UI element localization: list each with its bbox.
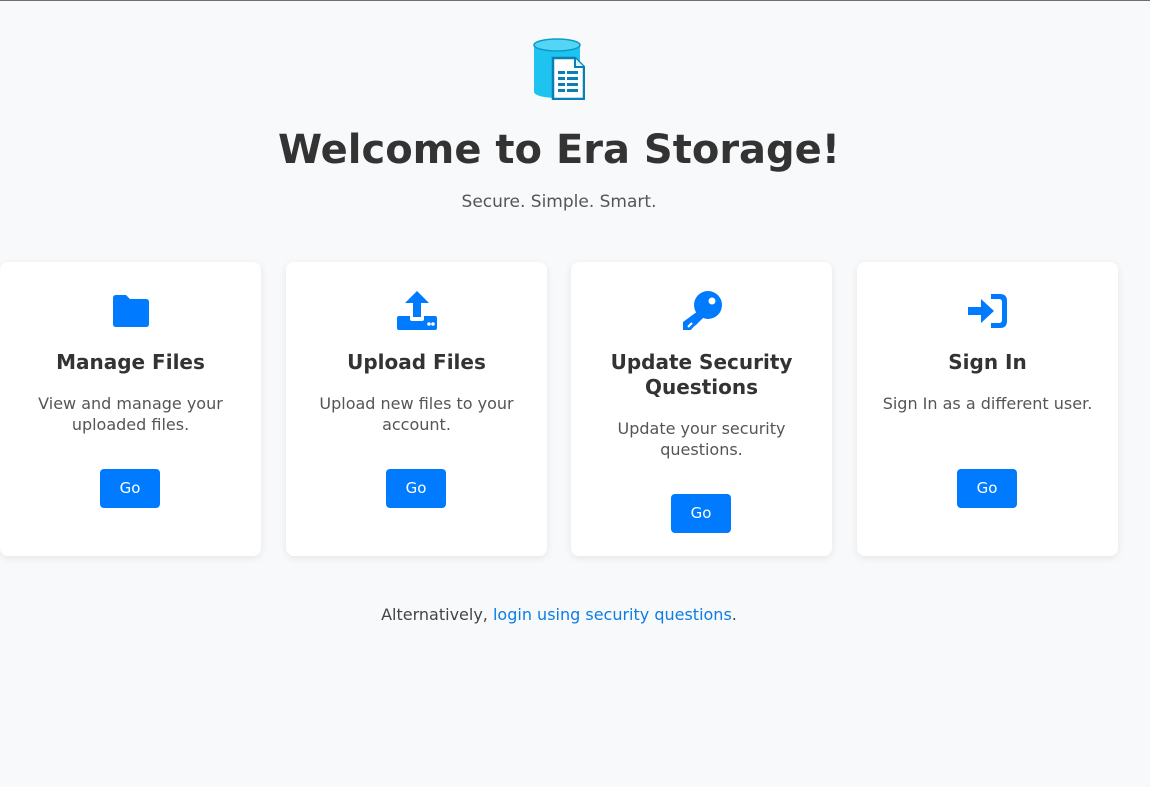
key-icon bbox=[683, 291, 722, 331]
folder-icon bbox=[113, 295, 149, 327]
footer-prefix: Alternatively, bbox=[381, 605, 493, 624]
update-security-questions-go-button[interactable]: Go bbox=[671, 494, 731, 533]
card-description: Update your security questions. bbox=[617, 419, 786, 459]
manage-files-go-button[interactable]: Go bbox=[100, 469, 160, 508]
card-update-security-questions: Update Security Questions Update your se… bbox=[571, 262, 832, 556]
card-sign-in: Sign In Sign In as a different user. Go bbox=[857, 262, 1118, 556]
alternative-login-note: Alternatively, login using security ques… bbox=[0, 604, 1118, 626]
card-description: Sign In as a different user. bbox=[882, 394, 1093, 413]
database-document-icon bbox=[533, 38, 585, 100]
card-manage-files: Manage Files View and manage your upload… bbox=[0, 262, 261, 556]
footer-suffix: . bbox=[731, 605, 737, 624]
card-title: Sign In bbox=[948, 350, 1027, 374]
card-title: Update Security Questions bbox=[610, 350, 793, 399]
sign-in-go-button[interactable]: Go bbox=[957, 469, 1017, 508]
card-title: Manage Files bbox=[56, 350, 205, 374]
page-title: Welcome to Era Storage! bbox=[277, 127, 841, 173]
page: Welcome to Era Storage! Secure. Simple. … bbox=[0, 0, 1150, 787]
card-upload-files: Upload Files Upload new files to your ac… bbox=[286, 262, 547, 556]
card-title: Upload Files bbox=[347, 350, 486, 374]
upload-icon bbox=[397, 291, 437, 330]
sign-in-icon bbox=[968, 294, 1007, 328]
card-description: Upload new files to your account. bbox=[319, 394, 514, 434]
top-strip bbox=[0, 0, 1150, 1]
security-questions-login-link[interactable]: login using security questions bbox=[493, 605, 732, 624]
card-description: View and manage your uploaded files. bbox=[38, 394, 223, 434]
tagline: Secure. Simple. Smart. bbox=[461, 192, 657, 212]
upload-files-go-button[interactable]: Go bbox=[386, 469, 446, 508]
